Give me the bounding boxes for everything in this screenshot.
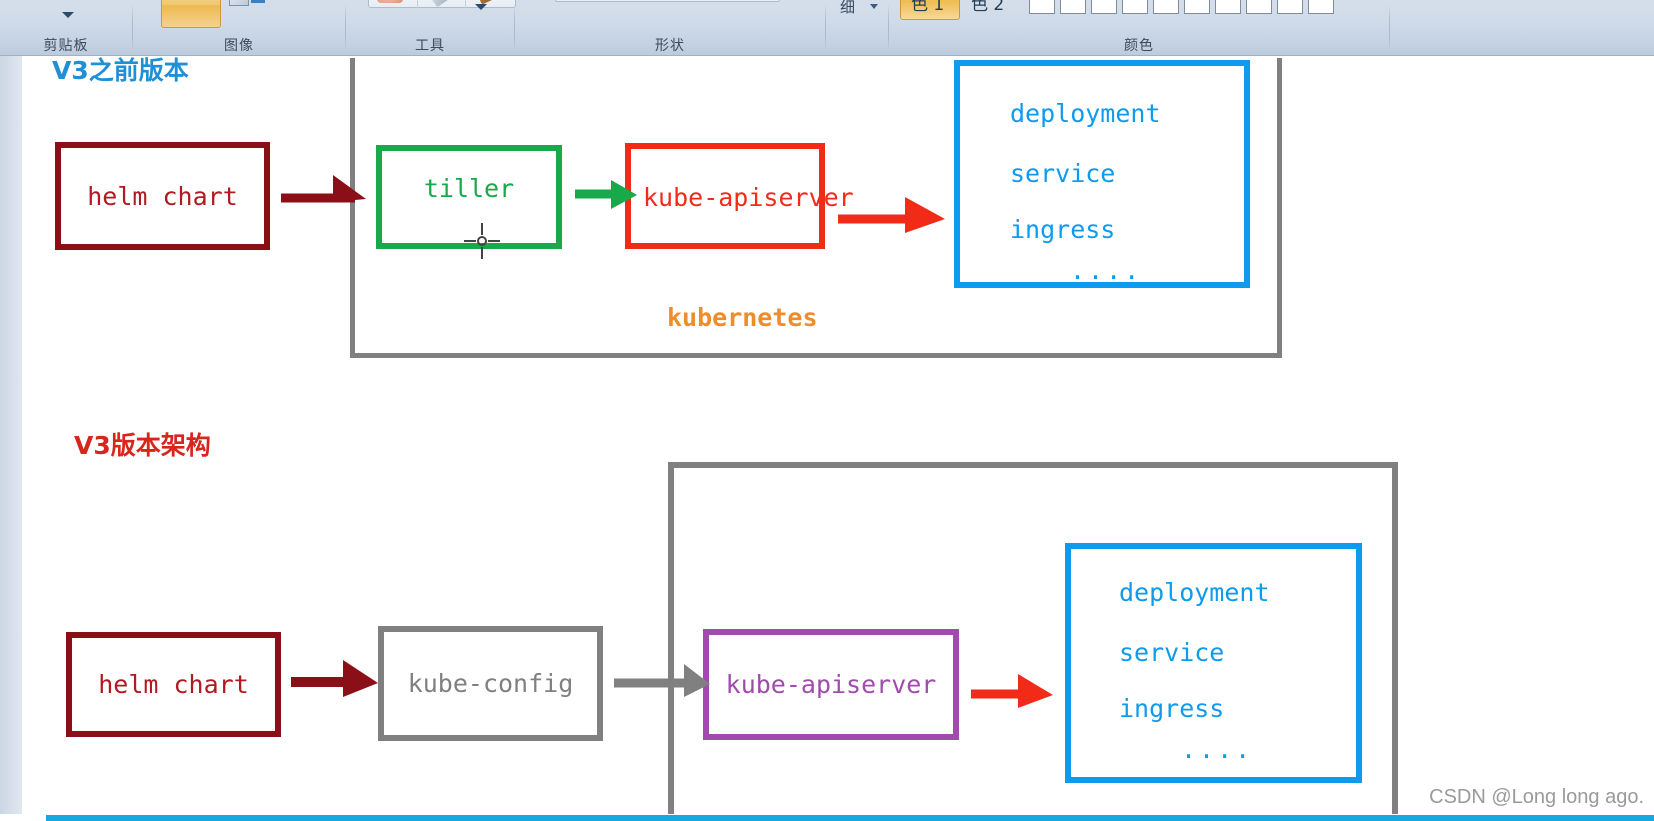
brush-dropdown-caret[interactable] — [475, 4, 487, 10]
palette-swatch-8[interactable] — [1246, 0, 1272, 14]
ribbon-group-label-tools: 工具 — [415, 38, 445, 54]
palette-swatch-6[interactable] — [1184, 0, 1210, 14]
resource-line-ingress: ingress — [1010, 215, 1116, 244]
palette-swatch-3[interactable] — [1091, 0, 1117, 14]
section-title-v3-arch: V3版本架构 — [74, 431, 211, 460]
ribbon-separator-6 — [1389, 4, 1390, 52]
resource-line-ingress-v3: ingress — [1119, 694, 1225, 723]
palette-swatch-7[interactable] — [1215, 0, 1241, 14]
drawing-canvas[interactable]: V3之前版本 kubernetes helm chart tiller kube… — [0, 56, 1654, 821]
palette-swatch-9[interactable] — [1277, 0, 1303, 14]
node-kube-config[interactable]: kube-config — [378, 626, 603, 741]
palette-swatch-1[interactable] — [1029, 0, 1055, 14]
resource-line-service-v3: service — [1119, 638, 1225, 667]
shapes-gallery — [555, 0, 780, 2]
palette-swatch-5[interactable] — [1153, 0, 1179, 14]
ribbon-group-label-shapes: 形状 — [655, 38, 685, 54]
node-helm-chart-v3[interactable]: helm chart — [66, 632, 281, 737]
resource-line-deployment: deployment — [1010, 99, 1161, 128]
resize-icon[interactable] — [251, 0, 265, 3]
resource-line-ellipsis: .... — [1070, 256, 1143, 285]
node-resources-v3[interactable]: deployment service ingress .... — [1065, 543, 1362, 783]
pencil-icon[interactable] — [424, 0, 456, 8]
node-kube-apiserver[interactable]: kube-apiserver — [625, 143, 854, 249]
ribbon-toolbar: 剪贴板 图像 工具 形状 细 色 1 色 2 颜色 — [0, 0, 1654, 56]
node-helm-chart-label: helm chart — [87, 181, 238, 211]
ribbon-group-shapes: 形状 — [475, 0, 825, 56]
bottom-strip-accent — [46, 815, 1654, 821]
node-kube-apiserver-v3[interactable]: kube-apiserver — [703, 629, 959, 740]
node-tiller-label: tiller — [423, 173, 515, 203]
node-kube-config-label: kube-config — [407, 669, 574, 698]
ribbon-group-colors: 色 1 色 2 颜色 — [889, 0, 1389, 56]
node-helm-chart[interactable]: helm chart — [55, 142, 270, 250]
ribbon-group-tools: 工具 — [346, 0, 516, 56]
canvas-left-gutter — [0, 56, 22, 821]
kubernetes-container-label: kubernetes — [667, 303, 818, 332]
ribbon-group-image: 图像 — [133, 0, 345, 56]
node-resources[interactable]: deployment service ingress .... — [954, 60, 1250, 288]
ribbon-group-label-clipboard: 剪贴板 — [43, 38, 89, 54]
crosshair-cursor-icon — [464, 223, 500, 259]
outline-thickness-label[interactable]: 细 — [840, 0, 855, 17]
tools-divider-1 — [417, 0, 418, 8]
csdn-watermark: CSDN @Long long ago. — [1429, 786, 1644, 808]
tools-divider-2 — [465, 0, 466, 8]
ribbon-group-label-image: 图像 — [224, 38, 254, 54]
ribbon-group-clipboard: 剪贴板 — [0, 0, 132, 56]
node-kube-apiserver-label: kube-apiserver — [643, 183, 854, 212]
section-title-v3-before: V3之前版本 — [52, 56, 189, 85]
ribbon-group-label-colors: 颜色 — [1124, 38, 1154, 54]
palette-swatch-10[interactable] — [1308, 0, 1334, 14]
node-kube-apiserver-v3-label: kube-apiserver — [725, 670, 937, 699]
select-tool-button[interactable] — [161, 0, 221, 28]
arrow-helm-to-kubeconfig-v3 — [291, 660, 378, 697]
resource-line-deployment-v3: deployment — [1119, 578, 1270, 607]
ribbon-group-outline: 细 — [826, 0, 888, 56]
outline-thickness-caret[interactable] — [870, 4, 878, 9]
node-helm-chart-v3-label: helm chart — [98, 670, 249, 699]
paint-application-window: 剪贴板 图像 工具 形状 细 色 1 色 2 颜色 V3之前版本 kuberne… — [0, 0, 1654, 821]
clipboard-dropdown-caret[interactable] — [62, 12, 74, 18]
palette-swatch-4[interactable] — [1122, 0, 1148, 14]
bottom-strip — [0, 814, 1654, 821]
resource-line-service: service — [1010, 159, 1116, 188]
palette-swatch-2[interactable] — [1060, 0, 1086, 14]
color2-label[interactable]: 色 2 — [971, 0, 1004, 15]
eraser-icon[interactable] — [377, 0, 403, 3]
tools-palette — [368, 0, 516, 8]
color1-label: 色 1 — [911, 0, 945, 15]
crop-icon[interactable] — [229, 0, 249, 6]
canvas-sheet[interactable]: V3之前版本 kubernetes helm chart tiller kube… — [22, 56, 1654, 821]
resource-line-ellipsis-v3: .... — [1181, 735, 1254, 764]
